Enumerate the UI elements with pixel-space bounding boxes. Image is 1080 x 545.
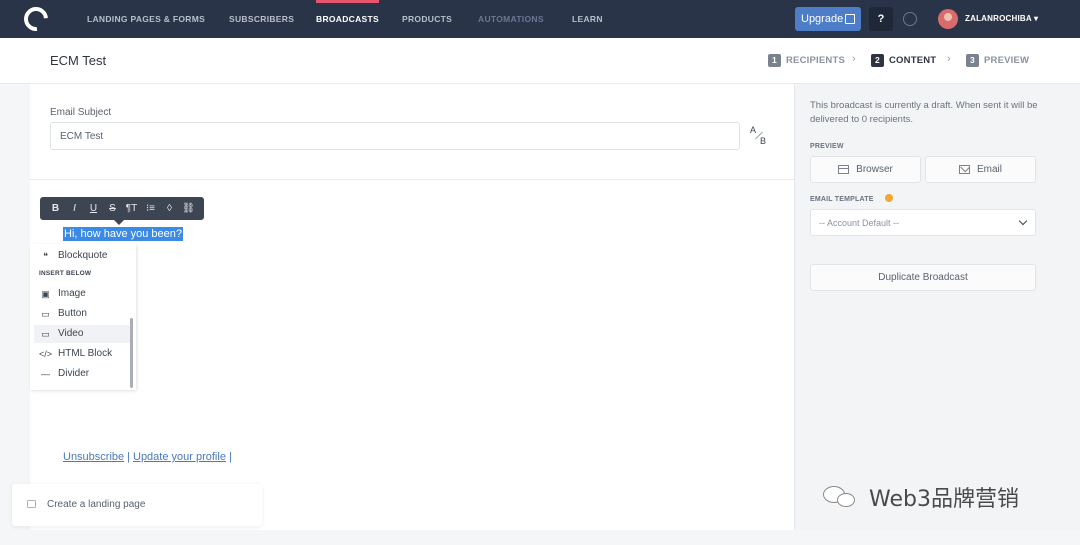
warning-icon[interactable] [885, 194, 893, 202]
quote-icon: ❝ [43, 251, 48, 261]
preview-email-button[interactable]: Email [925, 156, 1036, 183]
code-button[interactable]: ◊ [160, 197, 179, 220]
email-template-select[interactable]: -- Account Default -- [810, 209, 1036, 236]
strikethrough-button[interactable]: S [103, 197, 122, 220]
separator: | [127, 451, 130, 463]
username-label: ZALANROCHIBA [965, 14, 1032, 23]
section-divider [30, 179, 794, 180]
menu-item-image[interactable]: ▣ Image [39, 285, 86, 303]
step-number: 3 [966, 54, 979, 67]
email-template-label: EMAIL TEMPLATE [810, 196, 874, 203]
help-button[interactable]: ? [869, 7, 893, 31]
insert-menu: ❝ Blockquote INSERT BELOW ▣ Image ▭ Butt… [30, 244, 136, 390]
menu-scrollbar[interactable] [130, 318, 133, 388]
email-footer-links: Unsubscribe | Update your profile | [63, 451, 235, 463]
step-label: CONTENT [889, 55, 937, 66]
button-label: Browser [856, 164, 893, 175]
menu-label: Video [58, 328, 84, 339]
ab-b-label: B [760, 136, 767, 146]
update-profile-link[interactable]: Update your profile [133, 451, 226, 463]
preview-browser-button[interactable]: Browser [810, 156, 921, 183]
nav-broadcasts[interactable]: BROADCASTS [316, 0, 379, 38]
nav-subscribers[interactable]: SUBSCRIBERS [229, 0, 294, 38]
code-icon: </> [39, 349, 53, 359]
menu-label: Blockquote [58, 250, 108, 261]
notification-ring-icon[interactable] [903, 12, 917, 26]
ab-test-icon[interactable]: A B [748, 125, 770, 147]
button-label: Email [976, 164, 1002, 175]
subject-label: Email Subject [50, 107, 112, 118]
menu-label: Divider [58, 368, 90, 379]
formatting-toolbar: B I U S ¶T ⁝≡ ◊ ⛓ [40, 197, 204, 225]
chevron-right-icon: › [947, 53, 951, 65]
preview-label: PREVIEW [810, 143, 844, 150]
divider-icon: — [41, 369, 50, 379]
button-icon: ▭ [41, 309, 50, 319]
insert-below-heading: INSERT BELOW [39, 270, 92, 277]
heading-button[interactable]: ¶T [122, 197, 141, 220]
list-button[interactable]: ⁝≡ [141, 197, 160, 220]
watermark-text: Web3品牌营销 [869, 487, 1019, 512]
nav-automations[interactable]: AUTOMATIONS [478, 0, 544, 38]
menu-item-html-block[interactable]: </> HTML Block [39, 345, 112, 363]
broadcast-sidebar: This broadcast is currently a draft. Whe… [794, 84, 1080, 530]
underline-button[interactable]: U [84, 197, 103, 220]
mail-icon [958, 165, 970, 174]
gift-icon [845, 14, 855, 24]
upgrade-button[interactable]: Upgrade [795, 7, 861, 31]
menu-item-button[interactable]: ▭ Button [39, 305, 87, 323]
image-icon: ▣ [41, 289, 50, 299]
avatar[interactable] [938, 9, 958, 29]
chevron-down-icon [1018, 216, 1028, 226]
nav-products[interactable]: PRODUCTS [402, 0, 452, 38]
ab-a-label: A [750, 125, 757, 135]
email-subject-input[interactable]: ECM Test [50, 122, 740, 150]
button-label: Duplicate Broadcast [878, 272, 968, 283]
step-number: 1 [768, 54, 781, 67]
toast-text: Create a landing page [47, 499, 146, 510]
draft-status-text: This broadcast is currently a draft. Whe… [810, 100, 1038, 125]
selected-paragraph[interactable]: Hi, how have you been? [63, 227, 184, 241]
nav-landing-pages-forms[interactable]: LANDING PAGES & FORMS [87, 0, 205, 38]
bold-button[interactable]: B [46, 197, 65, 220]
chevron-right-icon: › [852, 53, 856, 65]
step-preview[interactable]: 3 PREVIEW [966, 54, 1029, 67]
video-icon: ▭ [41, 329, 50, 339]
italic-button[interactable]: I [65, 197, 84, 220]
page-header: ECM Test 1 RECIPIENTS › 2 CONTENT › 3 PR… [0, 38, 1080, 84]
menu-item-video[interactable]: ▭ Video [34, 325, 130, 343]
browser-icon [838, 165, 850, 174]
page-title: ECM Test [50, 53, 107, 68]
app-logo-icon[interactable] [19, 2, 53, 36]
link-icon[interactable]: ⛓ [179, 197, 198, 220]
top-navigation-bar: LANDING PAGES & FORMS SUBSCRIBERS BROADC… [0, 0, 1080, 38]
watermark: Web3品牌营销 [823, 482, 1019, 512]
menu-label: HTML Block [58, 348, 113, 359]
page-icon [27, 500, 36, 508]
email-editor: Email Subject ECM Test A B B I U S ¶T ⁝≡… [30, 84, 794, 530]
create-landing-page-prompt[interactable]: Create a landing page [12, 484, 262, 526]
bottom-strip [0, 530, 1080, 545]
step-content[interactable]: 2 CONTENT [871, 54, 936, 67]
duplicate-broadcast-button[interactable]: Duplicate Broadcast [810, 264, 1036, 291]
step-label: RECIPIENTS [786, 55, 846, 66]
menu-item-blockquote[interactable]: ❝ Blockquote [39, 247, 107, 265]
separator: | [228, 451, 232, 463]
step-number: 2 [871, 54, 884, 67]
step-recipients[interactable]: 1 RECIPIENTS [768, 54, 845, 67]
nav-learn[interactable]: LEARN [572, 0, 603, 38]
left-gutter [0, 84, 30, 545]
menu-label: Button [58, 308, 87, 319]
unsubscribe-link[interactable]: Unsubscribe [63, 451, 124, 463]
template-value: -- Account Default -- [819, 218, 900, 228]
upgrade-label: Upgrade [801, 13, 844, 25]
chevron-down-icon: ▾ [1033, 14, 1039, 23]
menu-item-divider[interactable]: — Divider [39, 365, 89, 383]
account-menu[interactable]: ZALANROCHIBA ▾ [965, 0, 1038, 38]
step-label: PREVIEW [984, 55, 1030, 66]
wechat-logo-icon [823, 484, 863, 510]
menu-label: Image [58, 288, 86, 299]
